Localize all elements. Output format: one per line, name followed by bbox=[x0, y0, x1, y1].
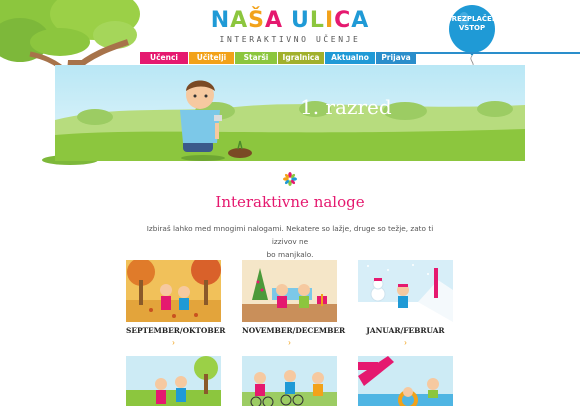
logo-letter: U bbox=[291, 8, 310, 33]
card-januar-februar[interactable]: JANUAR/FEBRUAR › bbox=[358, 260, 453, 347]
chevron-right-icon[interactable]: › bbox=[358, 338, 453, 347]
autumn-scene-image[interactable] bbox=[126, 260, 221, 322]
section-description-line: Izbiraš lahko med mnogimi nalogami. Neka… bbox=[146, 224, 434, 246]
flower-icon bbox=[283, 172, 297, 186]
logo-letter: Š bbox=[248, 8, 265, 33]
nav-item-aktualno[interactable]: Aktualno bbox=[325, 52, 375, 64]
logo-letter: N bbox=[210, 8, 231, 33]
page: NAŠA ULICA INTERAKTIVNO UČENJE BREZPLAČEN… bbox=[0, 0, 580, 406]
balloon-label[interactable]: BREZPLAČEN VSTOP bbox=[446, 15, 498, 33]
balloon-line2: VSTOP bbox=[458, 24, 486, 32]
section-title: Interaktivne naloge bbox=[215, 193, 365, 211]
chevron-right-icon[interactable]: › bbox=[126, 338, 221, 347]
card-summer[interactable] bbox=[358, 356, 453, 406]
chevron-right-icon[interactable]: › bbox=[242, 338, 337, 347]
logo-letter: I bbox=[324, 8, 335, 33]
cycling-scene-image[interactable] bbox=[242, 356, 337, 406]
logo-letter: L bbox=[309, 8, 325, 33]
main-nav: Učenci Učitelji Starši Igralnica Aktualn… bbox=[0, 52, 580, 64]
snow-scene-image[interactable] bbox=[358, 260, 453, 322]
hero-banner bbox=[55, 65, 525, 161]
nav-divider bbox=[416, 52, 580, 54]
logo-letter: A bbox=[230, 8, 249, 33]
nav-item-igralnica[interactable]: Igralnica bbox=[278, 52, 324, 64]
spring-park-scene-image[interactable] bbox=[126, 356, 221, 406]
card-november-december[interactable]: NOVEMBER/DECEMBER › bbox=[242, 260, 345, 347]
section-description: Izbiraš lahko med mnogimi nalogami. Neka… bbox=[140, 222, 440, 261]
card-cycling[interactable] bbox=[242, 356, 337, 406]
logo-letter: A bbox=[351, 8, 370, 33]
summer-pool-scene-image[interactable] bbox=[358, 356, 453, 406]
hero-title: 1. razred bbox=[300, 95, 392, 119]
logo-letter: A bbox=[265, 8, 284, 33]
card-september-oktober[interactable]: SEPTEMBER/OKTOBER › bbox=[126, 260, 225, 347]
balloon-line1: BREZPLAČEN bbox=[446, 15, 498, 23]
card-spring[interactable] bbox=[126, 356, 221, 406]
logo-letter: C bbox=[334, 8, 352, 33]
nav-item-ucenci[interactable]: Učenci bbox=[140, 52, 188, 64]
nav-item-ucitelji[interactable]: Učitelji bbox=[189, 52, 234, 64]
card-label[interactable]: JANUAR/FEBRUAR bbox=[358, 326, 453, 335]
winter-holiday-scene-image[interactable] bbox=[242, 260, 337, 322]
card-label[interactable]: SEPTEMBER/OKTOBER bbox=[126, 326, 225, 335]
nav-item-starsi[interactable]: Starši bbox=[235, 52, 277, 64]
card-label[interactable]: NOVEMBER/DECEMBER bbox=[242, 326, 345, 335]
nav-item-prijava[interactable]: Prijava bbox=[376, 52, 416, 64]
